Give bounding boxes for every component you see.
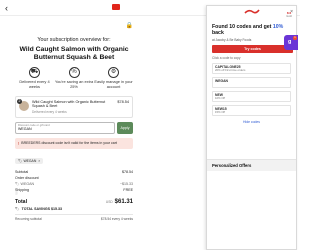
try-codes-button[interactable]: Try codes xyxy=(212,44,293,53)
truck-icon: ⛟ xyxy=(28,67,40,78)
store-name: at Jacoby & Be Baby Foods xyxy=(212,37,252,42)
coupon-code-card[interactable]: NEW15 15% Off xyxy=(212,104,291,116)
currency-code: USD xyxy=(105,200,113,205)
feature-text: You're saving an extra 25% xyxy=(54,79,94,89)
line-item-name: Wild Caught Salmon with Organic Butternu… xyxy=(32,99,106,109)
product-thumbnail: 2 xyxy=(17,98,29,111)
feature-text: Easily manage in your account xyxy=(94,79,133,89)
extension-logo-icon xyxy=(244,9,260,14)
back-icon[interactable]: ‹ xyxy=(5,2,8,14)
line-item: 2 Wild Caught Salmon with Organic Butter… xyxy=(15,95,133,118)
tag-icon: 🏷 xyxy=(18,158,23,163)
feature-row: ⛟ Delivered every 4 weeks % You're savin… xyxy=(15,67,133,90)
overview-title: Your subscription overview for: xyxy=(37,37,111,43)
coupon-code-card[interactable]: WEGAN xyxy=(212,76,291,88)
coupon-code-card[interactable]: CAPITALONE25 20% off First time orders xyxy=(212,62,291,74)
divider xyxy=(15,214,133,216)
coupon-description: 10% Off xyxy=(215,96,226,101)
discount-error: ! BREEDERS discount code isn't valid for… xyxy=(15,137,133,149)
gold-earnings: $10 Gold xyxy=(286,12,292,19)
subtotal-row: Subtotal $78.54 xyxy=(15,169,133,174)
discount-row: Discount code or gift card WEGAN Apply xyxy=(15,121,133,134)
recurring-subtotal-row: Recurring subtotal $78.54 every 4 weeks xyxy=(15,217,133,222)
coupon-code: WEGAN xyxy=(215,78,228,83)
notification-count: 1 xyxy=(293,36,297,40)
percent-icon: % xyxy=(68,67,80,78)
order-summary: Subtotal $78.54 Order discount 🏷 WEGAN −… xyxy=(15,170,133,221)
lock-icon: 🔒 xyxy=(125,23,133,29)
line-item-frequency: Delivered every 4 weeks xyxy=(32,109,67,114)
discount-code-input[interactable]: Discount code or gift card WEGAN xyxy=(15,121,115,134)
coupon-code-card[interactable]: NEW 10% Off xyxy=(212,90,291,102)
coupon-description: 15% Off xyxy=(215,110,226,115)
applied-code-chip: 🏷 WEGAN × xyxy=(15,157,44,164)
click-hint: Click a code to copy xyxy=(212,55,241,60)
order-discount-row: Order discount xyxy=(15,175,39,180)
feature-manage: ⚙ Easily manage in your account xyxy=(94,67,133,90)
feature-savings: % You're saving an extra 25% xyxy=(55,67,94,90)
product-title: Wild Caught Salmon with Organic Butternu… xyxy=(19,46,129,61)
applied-code-label: WEGAN xyxy=(23,158,37,163)
extension-launcher[interactable]: g 1 xyxy=(284,35,298,50)
site-logo[interactable] xyxy=(112,4,120,10)
total-label: Total xyxy=(15,199,28,206)
extension-header: × $10 Gold xyxy=(207,6,296,24)
feature-delivery: ⛟ Delivered every 4 weeks xyxy=(15,67,54,90)
apply-button[interactable]: Apply xyxy=(117,121,133,134)
tag-icon: 🏷 xyxy=(15,207,20,212)
quantity-badge: 2 xyxy=(17,98,22,104)
remove-code-icon[interactable]: × xyxy=(38,159,40,163)
error-message: BREEDERS discount code isn't valid for t… xyxy=(21,140,117,145)
personalized-offers-heading: Personalized Offers xyxy=(207,159,296,171)
shipping-row: Shipping ⓘ FREE xyxy=(15,187,133,195)
line-item-price: $78.54 xyxy=(117,99,129,104)
extension-g-icon: g xyxy=(288,39,292,45)
checkout-panel: 🔒 Your subscription overview for: Wild C… xyxy=(15,22,133,221)
gear-icon: ⚙ xyxy=(108,67,120,78)
total-amount: $61.31 xyxy=(114,199,133,206)
hide-codes-link[interactable]: Hide codes xyxy=(207,120,296,124)
codes-found-heading: Found 10 codes and get 10% back xyxy=(212,24,284,37)
discount-code-row: 🏷 WEGAN −$15.33 xyxy=(15,181,133,186)
discount-value: WEGAN xyxy=(18,127,32,132)
alert-icon: ! xyxy=(18,140,20,146)
feature-text: Delivered every 4 weeks xyxy=(19,79,50,89)
total-row: Total USD $61.31 xyxy=(15,199,133,205)
info-icon[interactable]: ⓘ xyxy=(15,191,29,195)
coupon-description: 20% off First time orders xyxy=(215,68,246,73)
total-savings: 🏷 TOTAL SAVINGS $15.33 xyxy=(15,207,63,212)
